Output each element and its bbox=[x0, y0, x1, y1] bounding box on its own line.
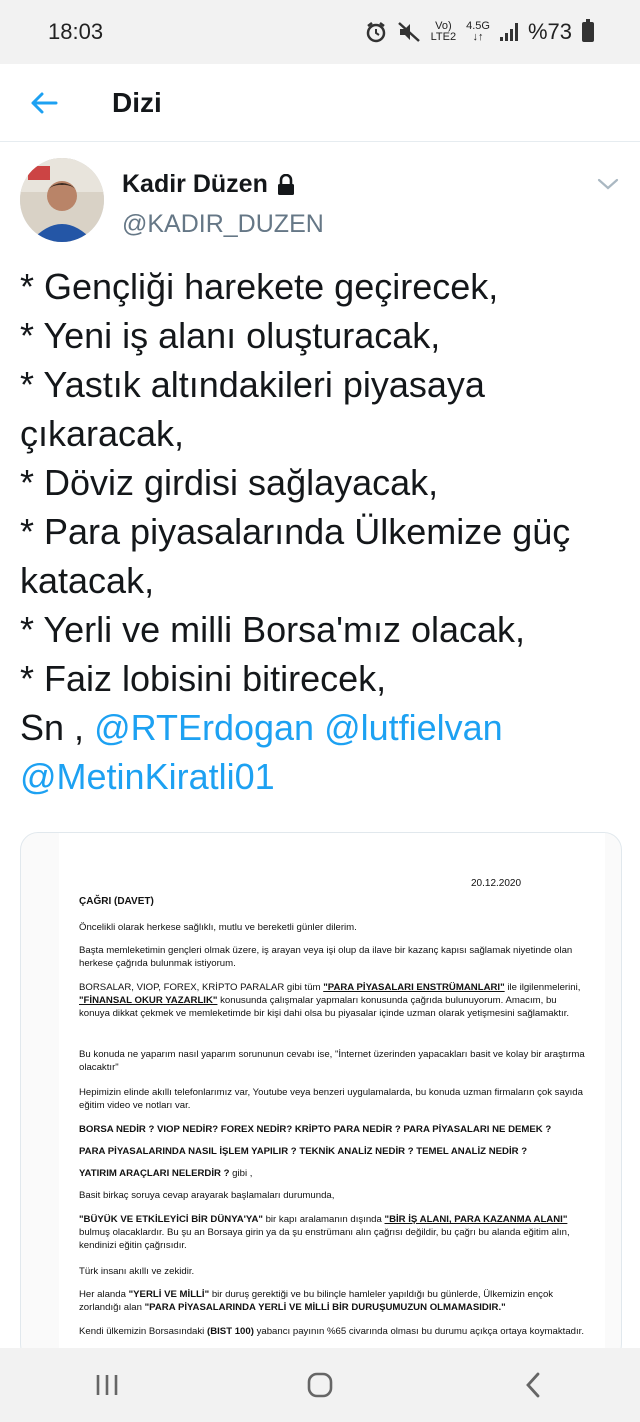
tweet-line: çıkaracak, bbox=[20, 413, 185, 454]
doc-title: ÇAĞRI (DAVET) bbox=[79, 896, 154, 907]
document-image: 20.12.2020 ÇAĞRI (DAVET) Öncelikli olara… bbox=[59, 833, 605, 1361]
mute-icon bbox=[397, 22, 420, 42]
doc-paragraph: Bu konuda ne yaparım nasıl yaparım sorun… bbox=[79, 1049, 585, 1073]
doc-paragraph: Basit birkaç soruya cevap arayarak başla… bbox=[79, 1190, 335, 1201]
mention-link[interactable]: @lutfielvan bbox=[324, 707, 503, 748]
avatar-image bbox=[20, 158, 104, 242]
network-gen: 4.5G ↓↑ bbox=[466, 20, 490, 43]
doc-paragraph: Öncelikli olarak herkese sağlıklı, mutlu… bbox=[79, 922, 357, 933]
doc-paragraph: BORSALAR, VIOP, FOREX, KRİPTO PARALAR gi… bbox=[79, 982, 581, 1019]
status-bar: 18:03 Vo) LTE2 4.5G ↓↑ %73 bbox=[0, 0, 640, 64]
signal-icon bbox=[499, 23, 518, 41]
tweet-line: * Faiz lobisini bitirecek, bbox=[20, 658, 387, 699]
lock-icon bbox=[277, 173, 294, 195]
mention-link[interactable]: @MetinKiratli01 bbox=[20, 756, 275, 797]
author-handle[interactable]: @KADIR_DUZEN bbox=[122, 210, 324, 239]
back-chevron-icon bbox=[526, 1372, 540, 1398]
system-nav-bar bbox=[0, 1348, 640, 1422]
recents-icon bbox=[96, 1375, 117, 1395]
app-header: Dizi bbox=[0, 64, 640, 142]
tweet-text: * Gençliği harekete geçirecek, * Yeni iş… bbox=[20, 262, 620, 801]
doc-paragraph: Kendi ülkemizin Borsasındaki (BIST 100) … bbox=[79, 1326, 585, 1337]
system-back-button[interactable] bbox=[493, 1355, 573, 1415]
tweet-line: katacak, bbox=[20, 560, 155, 601]
doc-paragraph: Her alanda "YERLİ VE MİLLİ" bir duruş ge… bbox=[79, 1289, 554, 1313]
tweet-media[interactable]: 20.12.2020 ÇAĞRI (DAVET) Öncelikli olara… bbox=[20, 832, 622, 1362]
avatar[interactable] bbox=[20, 158, 104, 242]
network-label: Vo) LTE2 bbox=[430, 20, 457, 43]
tweet-line: * Yastık altındakileri piyasaya bbox=[20, 364, 485, 405]
doc-question: PARA PİYASALARINDA NASIL İŞLEM YAPILIR ?… bbox=[79, 1146, 528, 1157]
page-title: Dizi bbox=[112, 86, 162, 118]
mention-link[interactable]: @RTErdogan bbox=[94, 707, 314, 748]
doc-date: 20.12.2020 bbox=[471, 878, 522, 889]
back-button[interactable] bbox=[0, 64, 88, 142]
chevron-down-icon[interactable] bbox=[596, 174, 620, 194]
doc-question: YATIRIM ARAÇLARI NELERDİR ? gibi , bbox=[79, 1168, 253, 1179]
battery-level: %73 bbox=[527, 19, 572, 44]
mention-prefix: Sn , bbox=[20, 707, 85, 748]
tweet-line: * Gençliği harekete geçirecek, bbox=[20, 266, 499, 307]
tweet-line: * Döviz girdisi sağlayacak, bbox=[20, 462, 439, 503]
doc-paragraph: Başta memleketimin gençleri olmak üzere,… bbox=[79, 945, 573, 969]
tweet-line: * Yerli ve milli Borsa'mız olacak, bbox=[20, 609, 526, 650]
home-button[interactable] bbox=[280, 1355, 360, 1415]
tweet-line: * Yeni iş alanı oluşturacak, bbox=[20, 315, 441, 356]
doc-paragraph: Hepimizin elinde akıllı telefonlarımız v… bbox=[79, 1087, 583, 1111]
tweet-author: Kadir Düzen @KADIR_DUZEN bbox=[20, 158, 620, 248]
status-icons: Vo) LTE2 4.5G ↓↑ %73 bbox=[365, 19, 594, 45]
doc-paragraph: Türk insanı akıllı ve zekidir. bbox=[79, 1266, 195, 1277]
author-name: Kadir Düzen bbox=[122, 170, 268, 198]
author-name-row[interactable]: Kadir Düzen bbox=[122, 170, 296, 199]
home-icon bbox=[307, 1372, 333, 1398]
doc-question: BORSA NEDİR ? VIOP NEDİR? FOREX NEDİR? K… bbox=[79, 1124, 552, 1135]
status-time: 18:03 bbox=[48, 19, 104, 44]
alarm-icon bbox=[366, 22, 385, 43]
recents-button[interactable] bbox=[67, 1355, 147, 1415]
tweet-mention-line: Sn , @RTErdogan @lutfielvan bbox=[20, 703, 620, 752]
battery-icon bbox=[582, 19, 594, 42]
tweet-line: * Para piyasalarında Ülkemize güç bbox=[20, 511, 571, 552]
tweet-mention-line: @MetinKiratli01 bbox=[20, 752, 620, 801]
arrow-left-icon bbox=[31, 92, 58, 113]
doc-paragraph: "BÜYÜK VE ETKİLEYİCİ BİR DÜNYA'YA" bir k… bbox=[79, 1214, 570, 1251]
